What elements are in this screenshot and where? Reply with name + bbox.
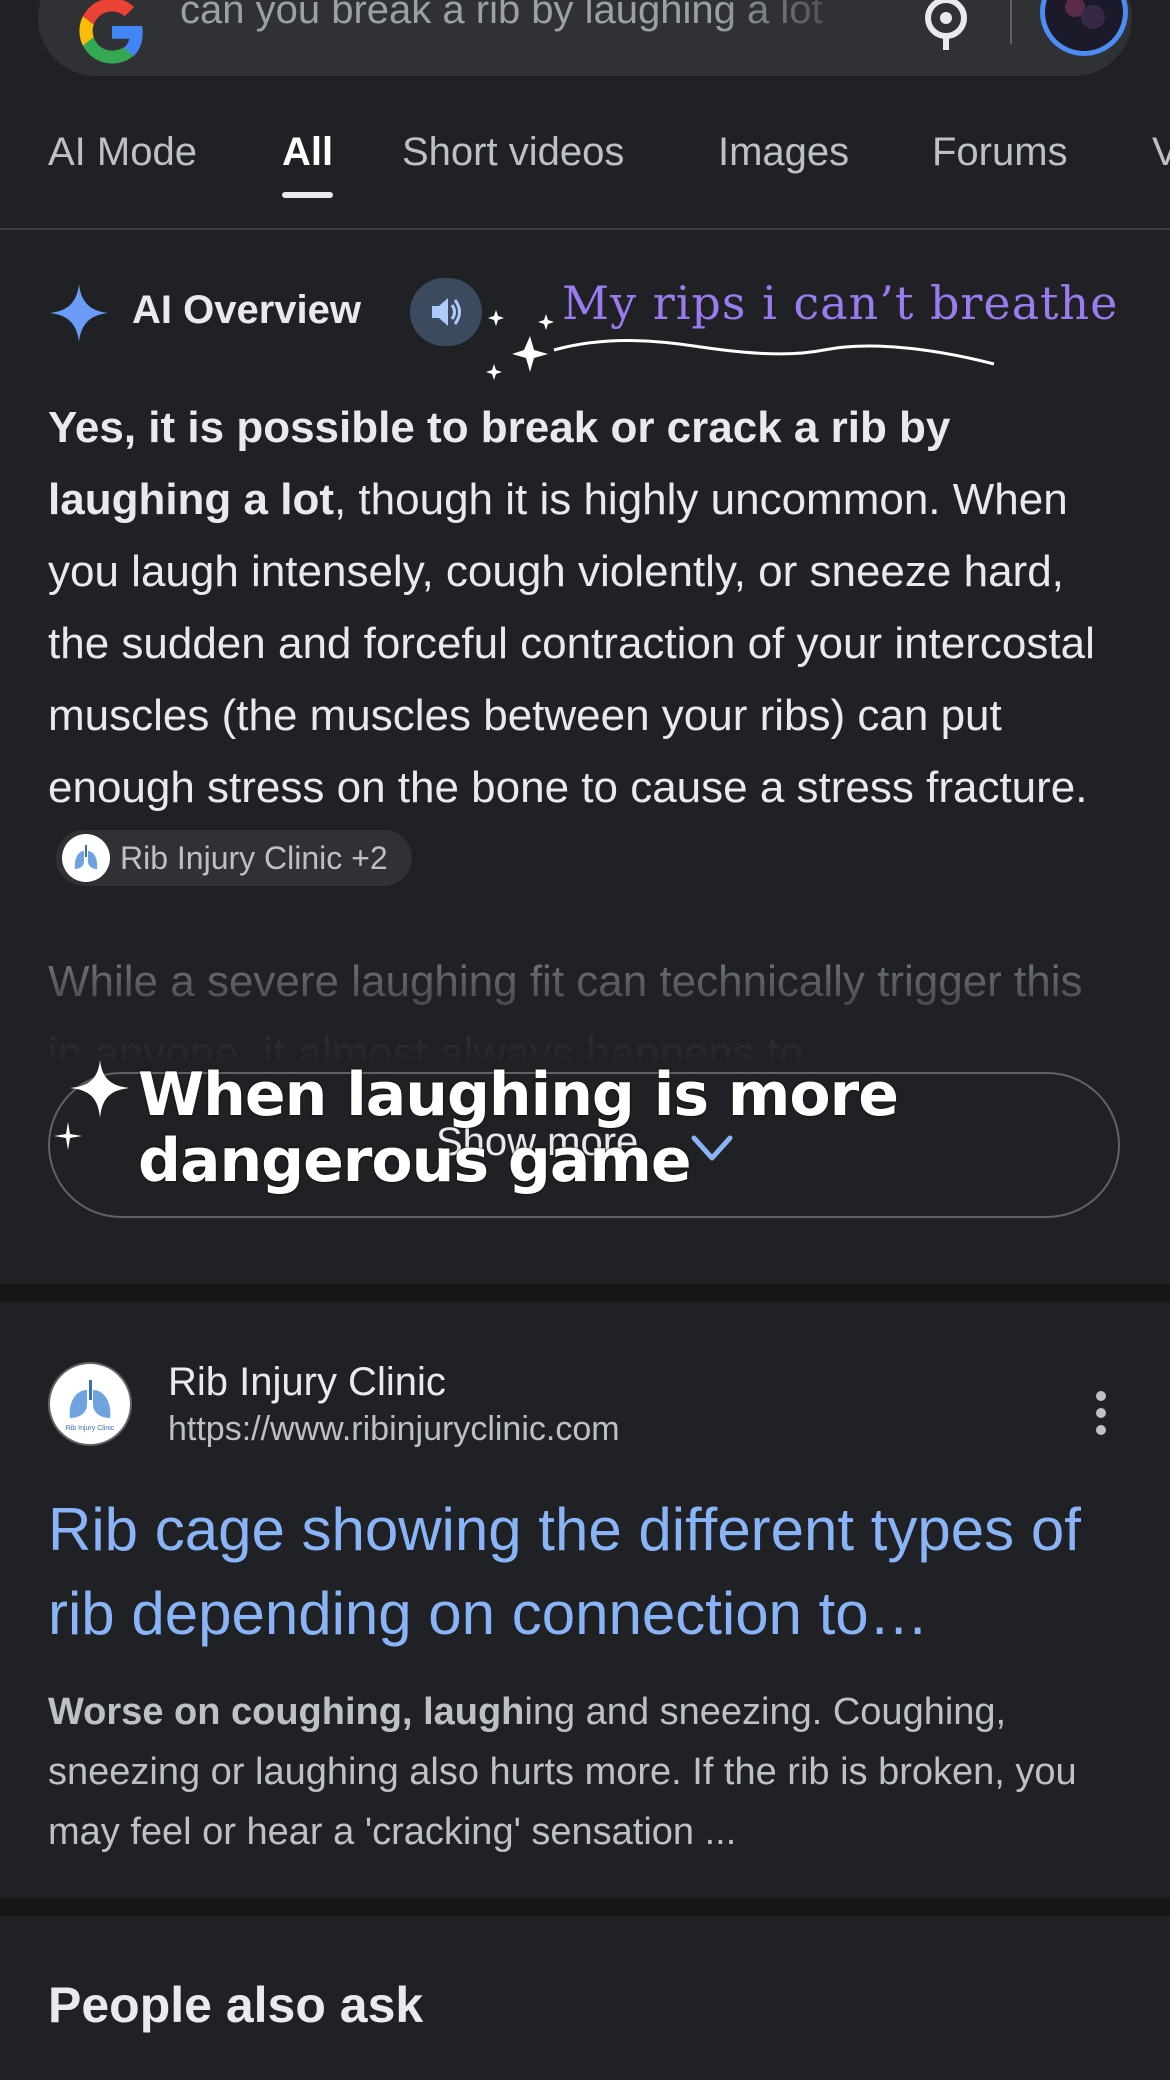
- avatar[interactable]: [1040, 0, 1128, 56]
- section-divider: [0, 1284, 1170, 1302]
- people-also-ask-heading: People also ask: [48, 1977, 424, 2033]
- ai-sparkle-icon: [50, 284, 108, 342]
- search-tabs: AI Mode All Short videos Images Forums V: [0, 120, 1170, 230]
- tab-images[interactable]: Images: [718, 130, 849, 175]
- sparkle-doodle: [54, 1060, 130, 1150]
- sticker-text: When laughing is more dangerous game: [138, 1060, 899, 1196]
- lens-icon[interactable]: [914, 0, 978, 60]
- search-bar[interactable]: can you break a rib by laughing a lot: [38, 0, 1132, 76]
- search-input[interactable]: can you break a rib by laughing a lot: [180, 0, 870, 33]
- result-site-name[interactable]: Rib Injury Clinic: [168, 1360, 446, 1405]
- google-logo-icon: [79, 0, 143, 64]
- source-chip-logo: [62, 834, 110, 883]
- result-site-url[interactable]: https://www.ribinjuryclinic.com: [168, 1410, 620, 1449]
- tab-short-videos[interactable]: Short videos: [402, 130, 624, 175]
- ai-overview-faded-text: While a severe laughing fit can technica…: [48, 957, 1083, 1066]
- ai-overview-body: , though it is highly uncommon. When you…: [48, 475, 1095, 812]
- tab-videos[interactable]: V: [1152, 130, 1170, 175]
- section-divider: [0, 1898, 1170, 1916]
- tab-ai-mode[interactable]: AI Mode: [48, 130, 197, 175]
- sticker-line-1: When laughing is more: [138, 1060, 899, 1130]
- site-favicon[interactable]: Rib Injury Clinic: [48, 1362, 132, 1446]
- ai-overview-text: Yes, it is possible to break or crack a …: [48, 392, 1128, 896]
- result-snippet: Worse on coughing, laughing and sneezing…: [48, 1682, 1138, 1862]
- listen-button[interactable]: [410, 278, 482, 346]
- lungs-icon: [74, 845, 98, 870]
- speaker-icon: [432, 298, 461, 326]
- tab-forums[interactable]: Forums: [932, 130, 1068, 175]
- source-chip-label: Rib Injury Clinic +2: [120, 840, 388, 877]
- lungs-icon: Rib Injury Clinic: [66, 1380, 115, 1432]
- sticker-line-2: dangerous game: [138, 1126, 692, 1196]
- ai-overview-title: AI Overview: [132, 288, 362, 332]
- result-snippet-bold: Worse on coughing, laugh: [48, 1691, 525, 1733]
- source-chip[interactable]: Rib Injury Clinic +2: [56, 830, 412, 887]
- result-title-link[interactable]: Rib cage showing the different types of …: [48, 1488, 1138, 1656]
- stars-doodle: [486, 310, 995, 380]
- more-vert-icon[interactable]: [1086, 1388, 1116, 1438]
- site-logo-text: Rib Injury Clinic: [66, 1425, 115, 1432]
- search-divider: [1010, 0, 1012, 44]
- tab-all[interactable]: All: [282, 130, 334, 198]
